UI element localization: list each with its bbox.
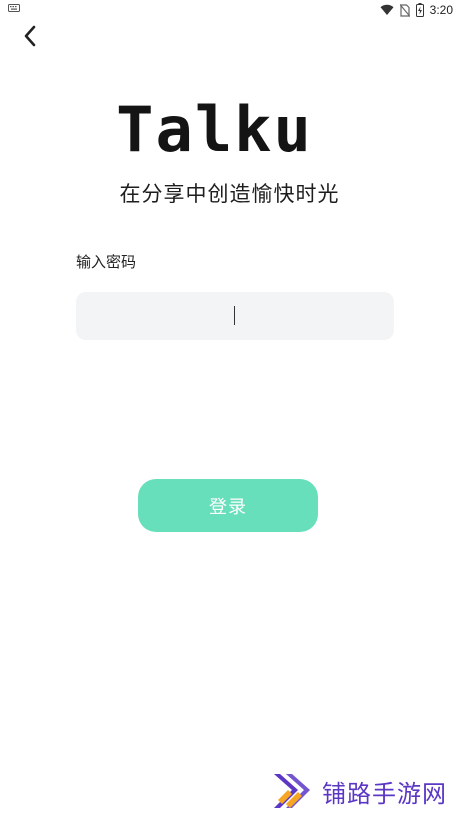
password-label: 输入密码 [76, 253, 137, 271]
no-sim-icon [399, 3, 410, 17]
chevron-left-icon [24, 25, 36, 47]
wifi-icon [380, 4, 394, 16]
watermark-logo-icon [274, 774, 310, 808]
tagline: 在分享中创造愉快时光 [119, 182, 340, 206]
status-time: 3:20 [429, 3, 453, 17]
status-icons: 3:20 [380, 2, 453, 18]
status-bar: 3:20 [0, 0, 459, 20]
text-cursor [234, 306, 235, 325]
watermark: 铺路手游网 [272, 770, 447, 812]
password-input[interactable] [76, 292, 394, 340]
battery-charging-icon [415, 3, 424, 17]
watermark-text: 铺路手游网 [322, 779, 447, 808]
back-button[interactable] [16, 22, 44, 50]
login-button[interactable]: 登录 [138, 479, 318, 532]
keyboard-icon [8, 4, 20, 12]
app-logo: Talku [116, 93, 313, 166]
